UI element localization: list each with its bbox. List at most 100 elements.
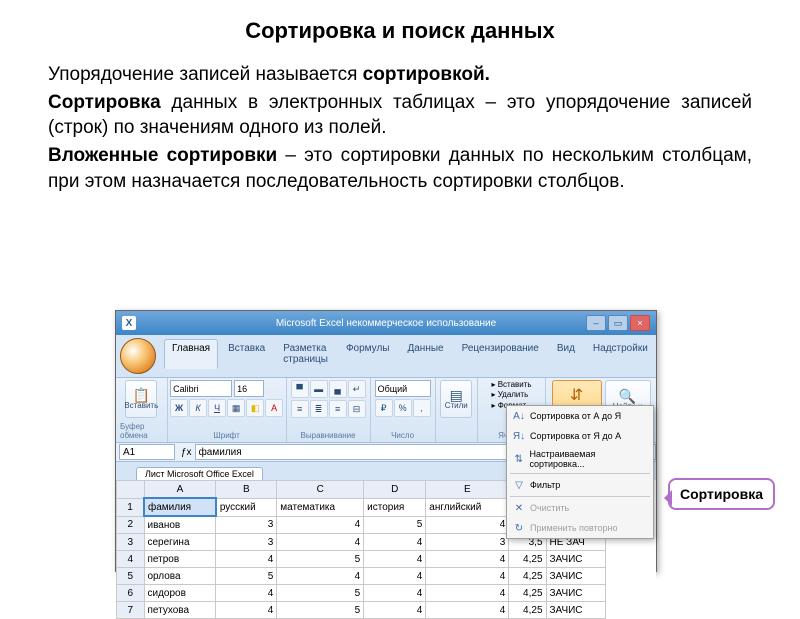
cell[interactable]: 4: [216, 602, 277, 619]
cell[interactable]: 4,25: [509, 551, 546, 568]
tab-insert[interactable]: Вставка: [220, 339, 273, 369]
cells-insert[interactable]: ▸ Вставить: [491, 380, 531, 390]
cell[interactable]: английский: [426, 498, 509, 516]
callout-sort: Сортировка: [668, 478, 775, 510]
cell[interactable]: 4: [426, 551, 509, 568]
column-header[interactable]: C: [277, 481, 364, 499]
align-center[interactable]: ≣: [310, 400, 328, 418]
cell[interactable]: ЗАЧИС: [546, 568, 605, 585]
minimize-button[interactable]: –: [586, 315, 606, 331]
menu-filter[interactable]: ▽Фильтр: [507, 475, 653, 495]
row-header[interactable]: 7: [117, 602, 145, 619]
row-header[interactable]: 2: [117, 516, 145, 534]
column-header[interactable]: A: [144, 481, 216, 499]
row-header[interactable]: 4: [117, 551, 145, 568]
tab-view[interactable]: Вид: [549, 339, 583, 369]
cell[interactable]: 4: [364, 568, 426, 585]
cell[interactable]: 4,25: [509, 602, 546, 619]
tab-addins[interactable]: Надстройки: [585, 339, 656, 369]
cell[interactable]: 4: [277, 568, 364, 585]
cell[interactable]: 4: [426, 602, 509, 619]
comma-button[interactable]: ,: [413, 399, 431, 417]
italic-button[interactable]: К: [189, 399, 207, 417]
column-header[interactable]: B: [216, 481, 277, 499]
cell[interactable]: 5: [277, 585, 364, 602]
paste-button[interactable]: 📋 Вставить: [125, 380, 157, 418]
tab-pagelayout[interactable]: Разметка страницы: [275, 339, 336, 369]
cell[interactable]: сидоров: [144, 585, 216, 602]
column-header[interactable]: D: [364, 481, 426, 499]
row-header[interactable]: 1: [117, 498, 145, 516]
column-header[interactable]: E: [426, 481, 509, 499]
cell[interactable]: русский: [216, 498, 277, 516]
cell[interactable]: орлова: [144, 568, 216, 585]
cell[interactable]: 4: [426, 585, 509, 602]
cell[interactable]: 4: [364, 551, 426, 568]
cell[interactable]: 5: [277, 602, 364, 619]
menu-sort-custom[interactable]: ⇅Настраиваемая сортировка...: [507, 446, 653, 472]
cell[interactable]: 4: [364, 585, 426, 602]
tab-review[interactable]: Рецензирование: [454, 339, 547, 369]
merge[interactable]: ⊟: [348, 400, 366, 418]
office-button[interactable]: [120, 338, 156, 374]
currency-button[interactable]: ₽: [375, 399, 393, 417]
cell[interactable]: математика: [277, 498, 364, 516]
row-header[interactable]: 6: [117, 585, 145, 602]
cell[interactable]: 4: [277, 534, 364, 551]
cell[interactable]: петров: [144, 551, 216, 568]
fx-icon[interactable]: ƒx: [181, 447, 192, 458]
wrap-text[interactable]: ↵: [348, 380, 366, 398]
cell[interactable]: 4: [216, 585, 277, 602]
cell[interactable]: 3: [216, 516, 277, 534]
align-top[interactable]: ▀: [291, 380, 309, 398]
underline-button[interactable]: Ч: [208, 399, 226, 417]
cell[interactable]: серегина: [144, 534, 216, 551]
bold-button[interactable]: Ж: [170, 399, 188, 417]
cell[interactable]: 4: [426, 516, 509, 534]
cell[interactable]: 4: [364, 602, 426, 619]
cell[interactable]: 3: [426, 534, 509, 551]
cells-delete[interactable]: ▸ Удалить: [491, 390, 531, 400]
styles-button[interactable]: ▤ Стили: [440, 380, 472, 418]
align-bot[interactable]: ▄: [329, 380, 347, 398]
cell[interactable]: 5: [277, 551, 364, 568]
font-name-select[interactable]: Calibri: [170, 380, 232, 397]
cell[interactable]: 4,25: [509, 585, 546, 602]
sheet-tab[interactable]: Лист Microsoft Office Excel: [136, 467, 263, 480]
maximize-button[interactable]: ▭: [608, 315, 628, 331]
fill-color-button[interactable]: ◧: [246, 399, 264, 417]
cell[interactable]: 4: [364, 534, 426, 551]
cell[interactable]: ЗАЧИС: [546, 602, 605, 619]
cell[interactable]: ЗАЧИС: [546, 585, 605, 602]
number-format-select[interactable]: Общий: [375, 380, 431, 397]
cell[interactable]: 5: [364, 516, 426, 534]
close-button[interactable]: ×: [630, 315, 650, 331]
cell[interactable]: 4: [426, 568, 509, 585]
cell[interactable]: иванов: [144, 516, 216, 534]
cell[interactable]: 4: [216, 551, 277, 568]
align-mid[interactable]: ▬: [310, 380, 328, 398]
percent-button[interactable]: %: [394, 399, 412, 417]
tab-home[interactable]: Главная: [164, 339, 218, 369]
cell[interactable]: фамилия: [144, 498, 216, 516]
name-box[interactable]: A1: [119, 444, 175, 460]
border-button[interactable]: ▦: [227, 399, 245, 417]
cell[interactable]: ЗАЧИС: [546, 551, 605, 568]
cell[interactable]: 5: [216, 568, 277, 585]
tab-formulas[interactable]: Формулы: [338, 339, 398, 369]
corner-cell[interactable]: [117, 481, 145, 499]
cell[interactable]: 4,25: [509, 568, 546, 585]
cell[interactable]: петухова: [144, 602, 216, 619]
menu-sort-za[interactable]: Я↓Сортировка от Я до А: [507, 426, 653, 446]
cell[interactable]: 3: [216, 534, 277, 551]
cell[interactable]: 4: [277, 516, 364, 534]
menu-sort-az[interactable]: А↓Сортировка от А до Я: [507, 406, 653, 426]
align-right[interactable]: ≡: [329, 400, 347, 418]
cell[interactable]: история: [364, 498, 426, 516]
tab-data[interactable]: Данные: [399, 339, 451, 369]
font-color-button[interactable]: A: [265, 399, 283, 417]
row-header[interactable]: 3: [117, 534, 145, 551]
align-left[interactable]: ≡: [291, 400, 309, 418]
font-size-select[interactable]: 16: [234, 380, 264, 397]
row-header[interactable]: 5: [117, 568, 145, 585]
